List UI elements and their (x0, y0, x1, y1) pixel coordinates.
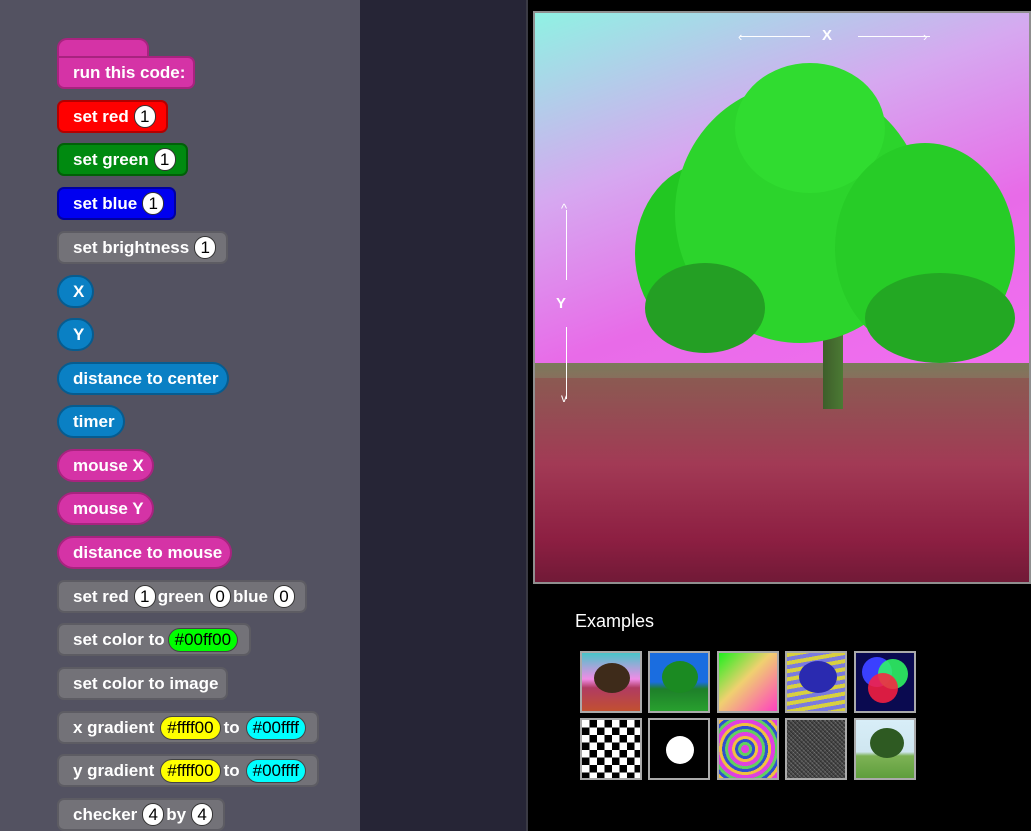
block-label: to (223, 717, 240, 737)
color-input[interactable]: #00ff00 (167, 627, 239, 652)
block-label: distance to mouse (73, 542, 223, 562)
block-label: distance to center (73, 368, 219, 388)
y-axis-line-bottom (566, 327, 567, 399)
block-label: X (73, 281, 85, 301)
x-axis-line-left (740, 36, 810, 37)
x-block[interactable]: X (57, 275, 95, 308)
block-label: green (157, 586, 205, 606)
block-label: x gradient (73, 717, 155, 737)
x-axis-line-right (858, 36, 930, 37)
block-label: set blue (73, 193, 138, 213)
set-red-block[interactable]: set red 1 (57, 100, 168, 133)
arrow-up-icon: ^ (561, 201, 568, 216)
set-color-to-image-block[interactable]: set color to image (57, 667, 229, 700)
block-label: set red (73, 106, 129, 126)
number-input[interactable]: 4 (142, 803, 165, 826)
block-label: checker (73, 804, 138, 824)
dot-icon (666, 736, 694, 764)
checker-block[interactable]: checker 4 by 4 (57, 798, 226, 831)
tree-icon (799, 661, 837, 693)
block-label: set red (73, 586, 129, 606)
color-input[interactable]: #ffff00 (160, 715, 221, 740)
block-label: set green (73, 149, 149, 169)
example-thumbnail-tree-striped[interactable] (785, 651, 847, 713)
y-block[interactable]: Y (57, 318, 95, 351)
y-axis-line-top (566, 210, 567, 280)
examples-heading: Examples (575, 611, 655, 631)
block-label: set color to image (73, 673, 219, 693)
timer-block[interactable]: timer (57, 405, 125, 438)
example-thumbnail-white-dot[interactable] (648, 718, 710, 780)
stage-panel: ‹ X › ^ Y v Examples (528, 0, 1031, 831)
block-label: to (223, 760, 240, 780)
block-label: timer (73, 411, 115, 431)
mouse-y-block[interactable]: mouse Y (57, 492, 154, 525)
set-green-block[interactable]: set green 1 (57, 143, 188, 176)
distance-to-mouse-block[interactable]: distance to mouse (57, 536, 233, 569)
tree-icon (870, 728, 904, 758)
tree-canopy (865, 273, 1015, 363)
arrow-right-icon: › (923, 29, 928, 44)
tree-icon (662, 661, 698, 693)
set-blue-block[interactable]: set blue 1 (57, 187, 177, 220)
x-axis-label: X (822, 27, 833, 44)
canvas-ground (535, 378, 1029, 582)
number-input[interactable]: 1 (133, 585, 156, 608)
number-input[interactable]: 4 (191, 803, 214, 826)
block-label: set color to (73, 629, 165, 649)
number-input[interactable]: 0 (209, 585, 232, 608)
block-label: Y (73, 324, 85, 344)
code-workspace[interactable] (360, 0, 526, 831)
tree-icon (594, 663, 630, 693)
block-label: set brightness (73, 237, 190, 257)
circle-icon (868, 673, 898, 703)
example-thumbnail-psychedelic-waves[interactable] (717, 718, 779, 780)
number-input[interactable]: 1 (153, 148, 176, 171)
example-thumbnail-noise[interactable] (785, 718, 847, 780)
number-input[interactable]: 1 (194, 236, 217, 259)
example-thumbnail-tree-original[interactable] (854, 718, 916, 780)
output-canvas[interactable]: ‹ X › ^ Y v (533, 11, 1031, 584)
number-input[interactable]: 0 (273, 585, 295, 608)
block-label: mouse Y (73, 498, 144, 518)
example-thumbnail-checkerboard[interactable] (580, 718, 642, 780)
arrow-down-icon: v (561, 391, 567, 405)
color-input[interactable]: #00ffff (245, 758, 306, 783)
run-this-code-block[interactable]: run this code: (57, 56, 196, 89)
mouse-x-block[interactable]: mouse X (57, 449, 154, 482)
set-color-block[interactable]: set color to #00ff00 (57, 623, 252, 656)
color-input[interactable]: #ffff00 (160, 758, 221, 783)
example-thumbnail-tree-rainbow[interactable] (580, 651, 642, 713)
block-flyout: run this code: set red 1 set green 1 set… (0, 0, 360, 831)
x-gradient-block[interactable]: x gradient #ffff00 to #00ffff (57, 711, 319, 744)
number-input[interactable]: 1 (133, 105, 156, 128)
color-input[interactable]: #00ffff (245, 715, 306, 740)
number-input[interactable]: 1 (142, 192, 165, 215)
set-rgb-block[interactable]: set red 1 green 0 blue 0 (57, 580, 307, 613)
arrow-left-icon: ‹ (738, 29, 743, 44)
example-thumbnail-tree-blue-green[interactable] (648, 651, 710, 713)
set-brightness-block[interactable]: set brightness 1 (57, 231, 229, 264)
block-label: blue (233, 586, 268, 606)
block-label: run this code: (73, 62, 186, 82)
block-label: y gradient (73, 760, 155, 780)
example-thumbnail-rgb-circles[interactable] (854, 651, 916, 713)
block-label: mouse X (73, 455, 144, 475)
distance-to-center-block[interactable]: distance to center (57, 362, 229, 395)
example-thumbnail-color-gradient[interactable] (717, 651, 779, 713)
y-axis-label: Y (556, 295, 567, 312)
tree-canopy (645, 263, 765, 353)
block-label: by (166, 804, 187, 824)
y-gradient-block[interactable]: y gradient #ffff00 to #00ffff (57, 754, 319, 787)
